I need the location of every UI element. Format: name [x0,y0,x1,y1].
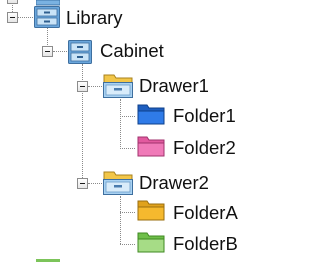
folder-icon [137,232,165,253]
tree-guide-line [120,212,135,213]
tree-item-folder1[interactable]: Folder1 [172,105,237,127]
tree-item-folderb[interactable]: FolderB [172,233,239,255]
folder-icon [137,136,165,157]
drawer-icon [103,74,133,98]
cabinet-icon [68,40,92,64]
tree-guide-line [88,183,102,184]
expand-collapse-toggle[interactable] [77,178,88,189]
expand-collapse-toggle[interactable] [42,46,53,57]
tree-item-cabinet[interactable]: Cabinet [99,40,165,62]
tree-guide-line [120,99,121,149]
expand-collapse-toggle[interactable] [7,12,18,23]
drawer-icon [103,171,133,195]
tree-item-foldera[interactable]: FolderA [172,202,239,224]
tree-guide-line [120,116,135,117]
cabinet-icon [34,6,60,28]
tree-guide-line [120,148,135,149]
expand-collapse-toggle[interactable] [77,81,88,92]
tree-item-library[interactable]: Library [65,7,124,29]
tree-guide-line [18,17,33,18]
tree-guide-line [120,196,121,244]
tree-item-drawer2[interactable]: Drawer2 [138,172,210,194]
tree-guide-line [120,244,135,245]
tree-guide-line [53,51,67,52]
folder-icon [137,104,165,125]
tree-view: Library Cabinet Drawer1 Folder1 Folder2 [0,0,323,262]
folder-icon [137,200,165,221]
tree-guide-line [88,86,102,87]
tree-item-folder2[interactable]: Folder2 [172,137,237,159]
tree-item-drawer1[interactable]: Drawer1 [138,75,210,97]
expand-collapse-toggle[interactable] [7,0,18,4]
